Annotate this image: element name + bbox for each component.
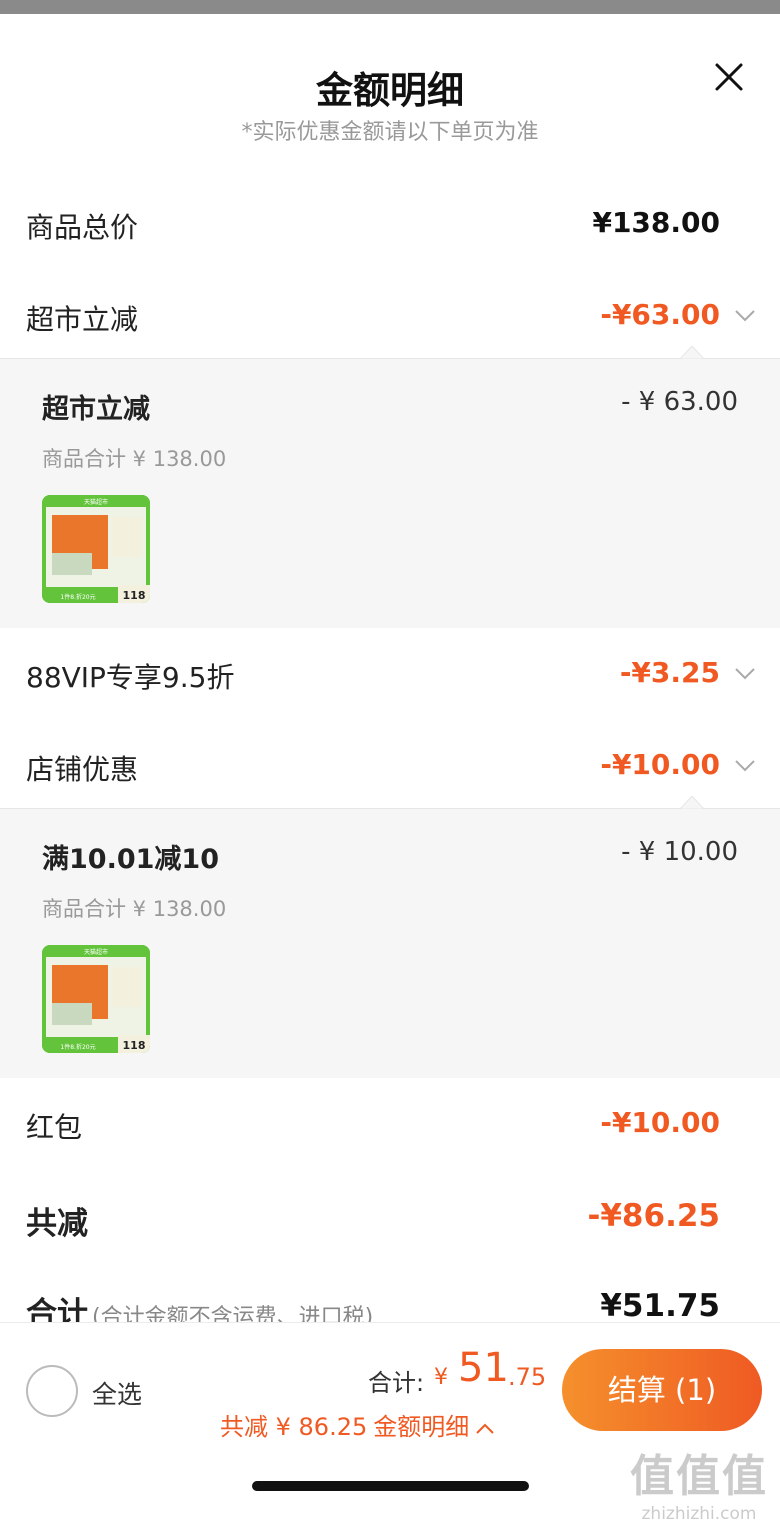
total-saved-label: 共减 xyxy=(26,1206,88,1242)
footer-saved-text: 共减 ¥ 86.25 xyxy=(220,1413,368,1441)
panel-amount: - ¥ 63.00 xyxy=(621,387,738,417)
footer-total-label: 合计: xyxy=(368,1369,425,1397)
footer-total-integer: 51 xyxy=(458,1345,509,1391)
vip-discount-value: -¥3.25 xyxy=(619,656,720,689)
thumb-price-text: 118 xyxy=(123,589,146,602)
panel-title: 满10.01减10 xyxy=(42,844,219,875)
amount-detail-toggle[interactable]: 共减 ¥ 86.25 金额明细 xyxy=(220,1407,495,1442)
row-store-discount[interactable]: 店铺优惠 -¥10.00 xyxy=(0,736,780,796)
chevron-down-icon[interactable] xyxy=(734,662,756,684)
vip-discount-label: 88VIP专享9.5折 xyxy=(26,661,235,694)
panel-notch xyxy=(680,346,704,359)
total-price-label: 商品总价 xyxy=(26,211,139,244)
panel-title: 超市立减 xyxy=(42,394,150,425)
product-thumbnail[interactable]: 天猫超市 1件8.折20元 118 xyxy=(42,495,150,603)
store-discount-value: -¥10.00 xyxy=(600,748,720,781)
store-detail-panel: 满10.01减10 - ¥ 10.00 商品合计 ¥ 138.00 天猫超市 1… xyxy=(0,796,780,1078)
home-indicator[interactable] xyxy=(252,1481,529,1491)
store-discount-label: 店铺优惠 xyxy=(26,753,139,786)
chevron-down-icon[interactable] xyxy=(734,304,756,326)
total-price-value: ¥138.00 xyxy=(592,206,720,239)
panel-notch xyxy=(680,796,704,809)
thumb-bottom-text: 1件8.折20元 xyxy=(60,593,95,601)
panel-subtotal: 商品合计 ¥ 138.00 xyxy=(42,897,227,921)
row-total-saved: 共减 -¥86.25 xyxy=(0,1186,780,1246)
page-title: 金额明细 xyxy=(316,69,464,112)
footer-currency: ¥ xyxy=(434,1365,448,1390)
row-supermarket-discount[interactable]: 超市立减 -¥63.00 xyxy=(0,286,780,346)
panel-subtotal: 商品合计 ¥ 138.00 xyxy=(42,447,227,471)
watermark-domain: zhizhizhi.com xyxy=(641,1504,757,1523)
sum-value: ¥51.75 xyxy=(600,1288,720,1324)
backdrop-strip xyxy=(0,0,780,14)
supermarket-detail-panel: 超市立减 - ¥ 63.00 商品合计 ¥ 138.00 天猫超市 1件8.折2… xyxy=(0,346,780,628)
red-packet-label: 红包 xyxy=(26,1111,83,1144)
footer-detail-link: 金额明细 xyxy=(373,1413,470,1441)
select-all-radio[interactable] xyxy=(26,1365,78,1417)
footer-total-decimal: .75 xyxy=(508,1363,547,1391)
chevron-up-icon xyxy=(476,1423,494,1434)
total-saved-value: -¥86.25 xyxy=(587,1198,721,1234)
row-total-price: 商品总价 ¥138.00 xyxy=(0,194,780,254)
amount-detail-sheet: 金额明细 *实际优惠金额请以下单页为准 商品总价 ¥138.00 超市立减 -¥… xyxy=(0,14,780,1523)
checkout-button[interactable]: 结算 (1) xyxy=(562,1349,762,1431)
row-sum: 合计 (合计金额不含运费、进口税) ¥51.75 xyxy=(0,1276,780,1332)
product-thumbnail[interactable]: 天猫超市 1件8.折20元 118 xyxy=(42,945,150,1053)
thumb-top-text: 天猫超市 xyxy=(84,498,108,506)
supermarket-discount-label: 超市立减 xyxy=(26,303,139,336)
red-packet-value: -¥10.00 xyxy=(600,1106,720,1139)
thumb-price-text: 118 xyxy=(123,1039,146,1052)
thumb-bottom-text: 1件8.折20元 xyxy=(60,1043,95,1051)
panel-amount: - ¥ 10.00 xyxy=(621,837,738,867)
page-subtitle: *实际优惠金额请以下单页为准 xyxy=(241,120,539,145)
supermarket-discount-value: -¥63.00 xyxy=(600,298,720,331)
chevron-down-icon[interactable] xyxy=(734,754,756,776)
thumb-top-text: 天猫超市 xyxy=(84,948,108,956)
sheet-header: 金额明细 *实际优惠金额请以下单页为准 xyxy=(0,14,780,164)
row-red-packet: 红包 -¥10.00 xyxy=(0,1094,780,1154)
watermark: 值值值 zhizhizhi.com xyxy=(630,1440,768,1523)
row-vip-discount[interactable]: 88VIP专享9.5折 -¥3.25 xyxy=(0,644,780,704)
watermark-logo-text: 值值值 xyxy=(630,1451,768,1502)
select-all-label[interactable]: 全选 xyxy=(92,1375,142,1411)
close-icon[interactable] xyxy=(714,62,744,92)
